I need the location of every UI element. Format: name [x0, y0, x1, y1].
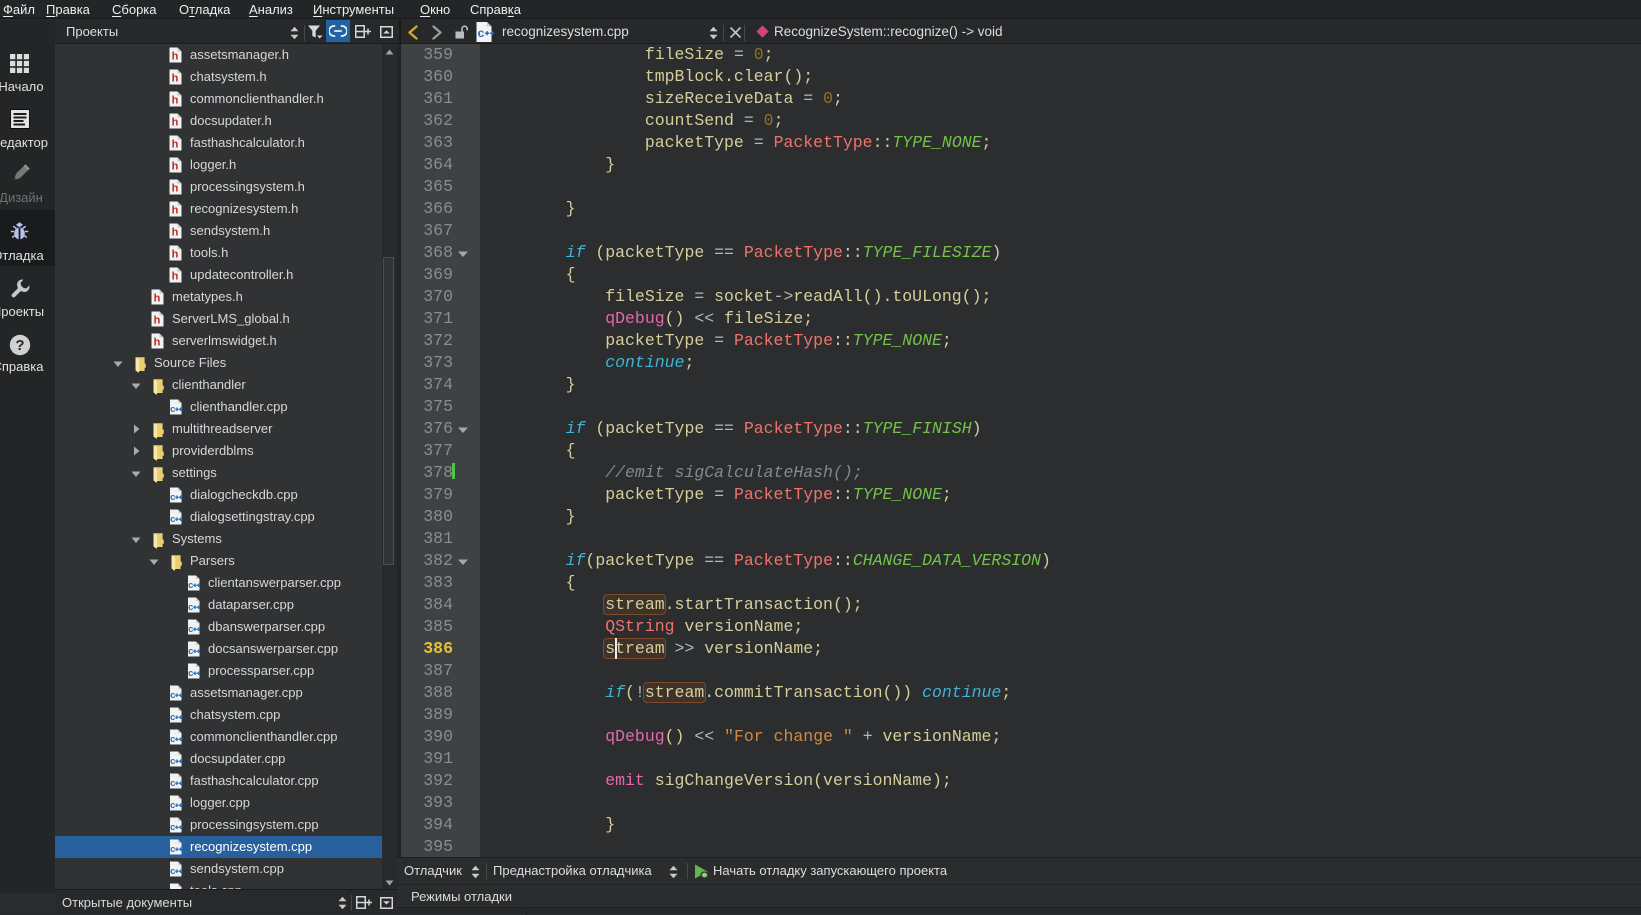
svg-text:c: c — [170, 778, 175, 789]
svg-text:c: c — [170, 404, 175, 415]
svg-text:h: h — [172, 205, 179, 217]
svg-text:h: h — [172, 227, 179, 239]
svg-text:h: h — [172, 249, 179, 261]
svg-text:c: c — [170, 492, 175, 503]
svg-text:h: h — [154, 293, 161, 305]
svg-text:?: ? — [15, 337, 24, 354]
svg-text:c: c — [188, 602, 193, 613]
svg-text:c: c — [170, 866, 175, 877]
svg-text:c: c — [170, 756, 175, 767]
svg-text:c: c — [170, 514, 175, 525]
svg-text:h: h — [172, 73, 179, 85]
svg-text:h: h — [154, 337, 161, 349]
svg-text:c: c — [170, 734, 175, 745]
svg-text:h: h — [172, 183, 179, 195]
svg-text:h: h — [172, 95, 179, 107]
svg-text:c: c — [170, 844, 175, 855]
svg-text:c: c — [188, 668, 193, 679]
svg-text:h: h — [154, 315, 161, 327]
svg-text:c: c — [170, 822, 175, 833]
svg-text:h: h — [172, 139, 179, 151]
svg-text:h: h — [172, 271, 179, 283]
svg-text:h: h — [172, 117, 179, 129]
svg-text:c: c — [170, 690, 175, 701]
svg-text:c: c — [188, 624, 193, 635]
svg-text:c: c — [170, 712, 175, 723]
svg-text:c: c — [170, 800, 175, 811]
svg-text:h: h — [172, 161, 179, 173]
svg-text:c: c — [478, 26, 485, 40]
svg-text:c: c — [188, 580, 193, 591]
svg-text:h: h — [172, 51, 179, 63]
svg-text:c: c — [188, 646, 193, 657]
